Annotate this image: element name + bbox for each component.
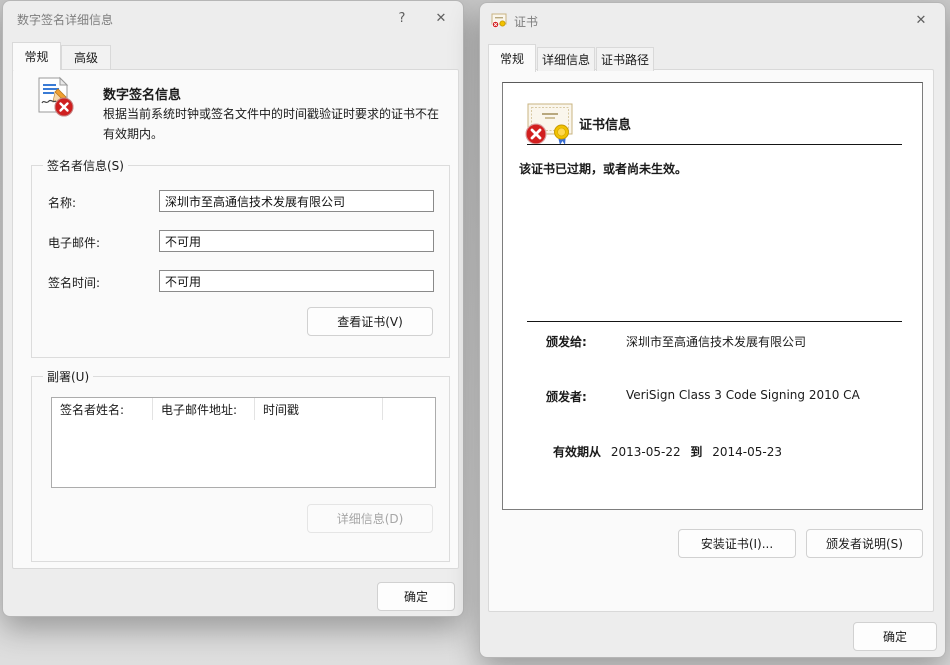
column-spacer xyxy=(383,398,435,420)
right-close-button[interactable]: ✕ xyxy=(902,5,940,36)
install-certificate-button[interactable]: 安装证书(I)... xyxy=(678,529,796,558)
tab-general[interactable]: 常规 xyxy=(12,42,61,70)
left-dialog-title: 数字签名详细信息 xyxy=(17,13,114,27)
certificate-status-text: 该证书已过期，或者尚未生效。 xyxy=(519,162,688,176)
certificate-small-icon xyxy=(491,13,507,29)
countersignatures-table[interactable]: 签名者姓名: 电子邮件地址: 时间戳 xyxy=(51,397,436,488)
email-field[interactable] xyxy=(159,230,434,252)
valid-to-label: 到 xyxy=(690,445,703,459)
tab-advanced[interactable]: 高级 xyxy=(61,45,111,69)
issuer-statement-button[interactable]: 颁发者说明(S) xyxy=(806,529,923,558)
valid-from-label: 有效期从 xyxy=(553,445,602,459)
validity-row: 有效期从 2013-05-22 到 2014-05-23 xyxy=(553,443,788,460)
issued-to-value: 深圳市至高通信技术发展有限公司 xyxy=(626,335,807,349)
column-email-address[interactable]: 电子邮件地址: xyxy=(153,398,255,420)
signature-document-icon xyxy=(33,76,77,123)
issued-by-label: 颁发者: xyxy=(546,390,587,404)
valid-to-date: 2014-05-23 xyxy=(712,445,783,459)
tab-cert-general[interactable]: 常规 xyxy=(488,44,536,72)
digital-signature-details-dialog: 数字签名详细信息 ? ✕ 常规 高级 数字签名信息 根据当前系统时钟或签名文件中… xyxy=(2,0,464,617)
view-certificate-button[interactable]: 查看证书(V) xyxy=(307,307,433,336)
certificate-icon xyxy=(525,103,575,150)
table-header-row: 签名者姓名: 电子邮件地址: 时间戳 xyxy=(52,398,435,420)
tab-cert-details[interactable]: 详细信息 xyxy=(537,47,595,71)
column-signer-name[interactable]: 签名者姓名: xyxy=(52,398,153,420)
left-close-button[interactable]: ✕ xyxy=(422,3,460,34)
signature-info-description: 根据当前系统时钟或签名文件中的时间戳验证时要求的证书不在有效期内。 xyxy=(103,107,440,141)
valid-from-date: 2013-05-22 xyxy=(610,445,681,459)
details-button: 详细信息(D) xyxy=(307,504,433,533)
email-label: 电子邮件: xyxy=(48,236,101,250)
tab-cert-path[interactable]: 证书路径 xyxy=(596,47,654,71)
countersignatures-group: 副署(U) 签名者姓名: 电子邮件地址: 时间戳 详细信息(D) xyxy=(31,368,450,562)
left-titlebar[interactable]: 数字签名详细信息 ? ✕ xyxy=(3,1,463,37)
right-titlebar[interactable]: 证书 ✕ xyxy=(480,3,945,39)
certificate-info-panel: 证书信息 该证书已过期，或者尚未生效。 颁发给: 深圳市至高通信技术发展有限公司… xyxy=(502,82,923,510)
certificate-info-heading: 证书信息 xyxy=(579,118,632,133)
signer-info-group: 签名者信息(S) 名称: 电子邮件: 签名时间: 查看证书(V) xyxy=(31,157,450,358)
close-icon: ✕ xyxy=(435,11,447,26)
general-tab-page: 数字签名信息 根据当前系统时钟或签名文件中的时间戳验证时要求的证书不在有效期内。… xyxy=(12,69,459,569)
column-timestamp[interactable]: 时间戳 xyxy=(255,398,383,420)
help-button[interactable]: ? xyxy=(383,3,421,34)
name-field[interactable] xyxy=(159,190,434,212)
countersignatures-group-label: 副署(U) xyxy=(43,368,94,385)
name-label: 名称: xyxy=(48,196,77,210)
divider xyxy=(527,144,902,145)
divider xyxy=(527,321,902,322)
signing-time-field[interactable] xyxy=(159,270,434,292)
signing-time-label: 签名时间: xyxy=(48,276,101,290)
certificate-dialog: 证书 ✕ 常规 详细信息 证书路径 证书信息 该证书已过期，或者尚未生效。 颁发… xyxy=(479,2,946,658)
issued-to-label: 颁发给: xyxy=(546,335,587,349)
help-icon: ? xyxy=(398,11,406,26)
right-ok-button[interactable]: 确定 xyxy=(853,622,937,651)
signer-info-group-label: 签名者信息(S) xyxy=(43,157,128,174)
cert-general-tab-page: 证书信息 该证书已过期，或者尚未生效。 颁发给: 深圳市至高通信技术发展有限公司… xyxy=(488,69,934,612)
left-ok-button[interactable]: 确定 xyxy=(377,582,455,611)
right-dialog-title: 证书 xyxy=(514,15,539,29)
issued-by-value: VeriSign Class 3 Code Signing 2010 CA xyxy=(626,388,860,402)
signature-info-heading: 数字签名信息 xyxy=(103,88,182,103)
close-icon: ✕ xyxy=(915,13,927,28)
